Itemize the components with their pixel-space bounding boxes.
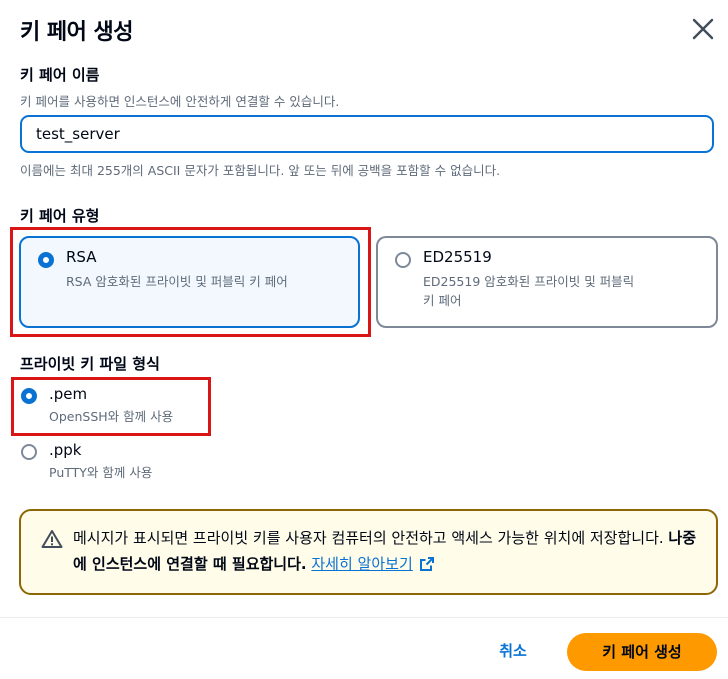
learn-more-link[interactable]: 자세히 알아보기	[311, 555, 412, 573]
option-title: .ppk	[49, 441, 82, 459]
file-format-label: 프라이빗 키 파일 형식	[20, 355, 160, 373]
cancel-button[interactable]: 취소	[480, 634, 546, 668]
option-title: ED25519	[423, 248, 492, 266]
key-name-label: 키 페어 이름	[20, 66, 100, 84]
key-name-description: 키 페어를 사용하면 인스턴스에 안전하게 연결할 수 있습니다.	[20, 94, 340, 109]
key-name-constraint: 이름에는 최대 255개의 ASCII 문자가 포함됩니다. 앞 또는 뒤에 공…	[20, 163, 501, 178]
warning-icon	[41, 529, 63, 549]
alert-text: 메시지가 표시되면 프라이빗 키를 사용자 컴퓨터의 안전하고 액세스 가능한 …	[73, 529, 669, 547]
option-description: ED25519 암호화된 프라이빗 및 퍼블릭	[423, 274, 635, 289]
alert-message: 메시지가 표시되면 프라이빗 키를 사용자 컴퓨터의 안전하고 액세스 가능한 …	[73, 525, 703, 580]
option-title: .pem	[49, 385, 88, 403]
key-type-label: 키 페어 유형	[20, 207, 100, 225]
radio-pem[interactable]	[21, 388, 37, 404]
option-description-cont: 키 페어	[423, 293, 462, 308]
footer-divider	[0, 617, 728, 618]
option-description: RSA 암호화된 프라이빗 및 퍼블릭 키 페어	[66, 274, 288, 289]
create-key-pair-button[interactable]: 키 페어 생성	[567, 633, 717, 671]
key-type-option-rsa[interactable]: RSA RSA 암호화된 프라이빗 및 퍼블릭 키 페어	[19, 236, 360, 328]
page-title: 키 페어 생성	[20, 20, 134, 45]
option-description: PuTTY와 함께 사용	[49, 465, 153, 480]
radio-ed25519[interactable]	[395, 252, 411, 268]
key-type-option-ed25519[interactable]: ED25519 ED25519 암호화된 프라이빗 및 퍼블릭 키 페어	[376, 236, 718, 328]
radio-rsa[interactable]	[38, 252, 54, 268]
key-name-input[interactable]	[20, 115, 714, 153]
radio-ppk[interactable]	[21, 444, 37, 460]
external-link-icon[interactable]	[419, 554, 435, 580]
option-description: OpenSSH와 함께 사용	[49, 409, 174, 424]
warning-alert: 메시지가 표시되면 프라이빗 키를 사용자 컴퓨터의 안전하고 액세스 가능한 …	[19, 509, 718, 595]
close-icon[interactable]	[690, 16, 716, 42]
option-title: RSA	[66, 248, 97, 266]
